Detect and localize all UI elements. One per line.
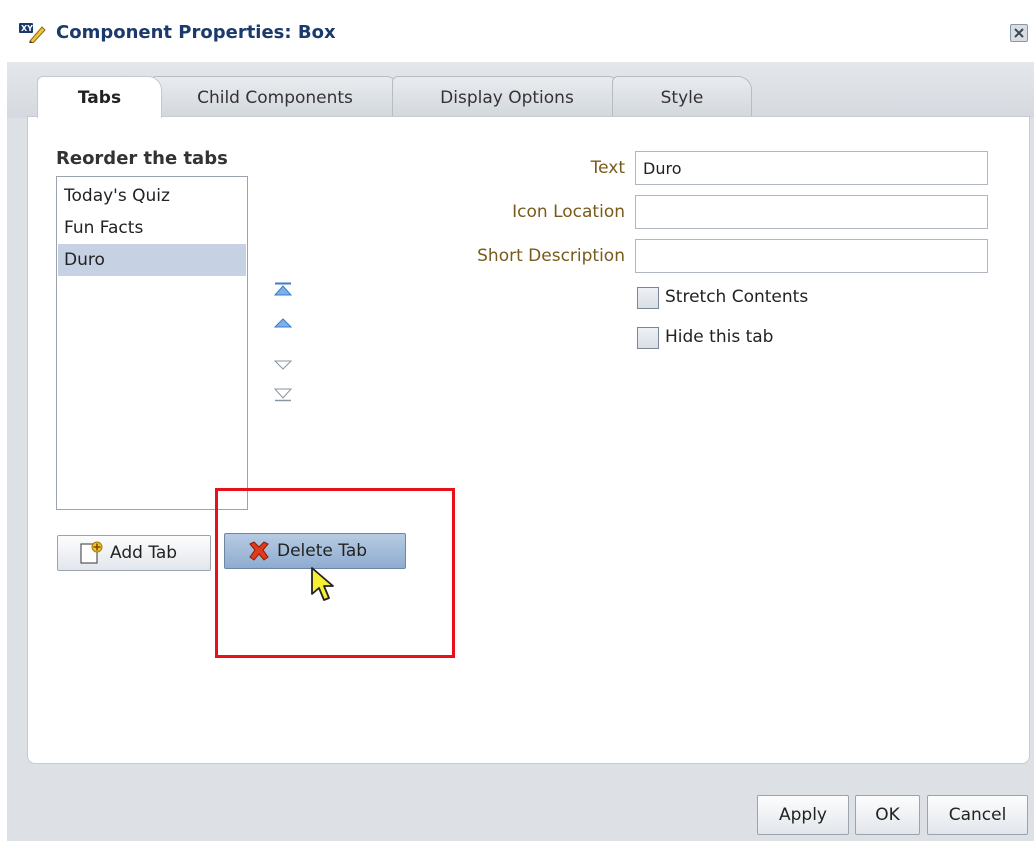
- icon-location-field[interactable]: [635, 195, 988, 229]
- short-description-field[interactable]: [635, 239, 988, 273]
- stretch-contents-label: Stretch Contents: [665, 287, 809, 307]
- reorder-label: Reorder the tabs: [56, 148, 228, 169]
- tab-tabs[interactable]: Tabs: [37, 76, 162, 118]
- apply-button[interactable]: Apply: [757, 795, 849, 835]
- list-item-selected[interactable]: Duro: [58, 244, 246, 276]
- tabs-listbox[interactable]: Today's Quiz Fun Facts Duro: [56, 176, 248, 510]
- text-label: Text: [590, 158, 625, 178]
- short-description-label: Short Description: [477, 246, 625, 266]
- cancel-button[interactable]: Cancel: [927, 795, 1028, 835]
- list-item[interactable]: Today's Quiz: [58, 180, 246, 212]
- move-up-icon[interactable]: [274, 316, 292, 330]
- hide-tab-checkbox[interactable]: [637, 327, 659, 349]
- hide-tab-label: Hide this tab: [665, 327, 774, 347]
- add-tab-button[interactable]: Add Tab: [57, 535, 211, 571]
- tab-style[interactable]: Style: [612, 76, 752, 118]
- icon-location-label: Icon Location: [512, 202, 625, 222]
- dialog-title: Component Properties: Box: [56, 22, 336, 43]
- tab-display-options[interactable]: Display Options: [392, 76, 622, 118]
- move-to-bottom-icon[interactable]: [274, 388, 292, 402]
- list-item[interactable]: Fun Facts: [58, 212, 246, 244]
- tab-child-components[interactable]: Child Components: [150, 76, 400, 118]
- mouse-pointer-icon: [311, 567, 334, 601]
- svg-text:XY: XY: [21, 24, 33, 33]
- move-to-top-icon[interactable]: [274, 282, 292, 296]
- text-field[interactable]: [635, 151, 988, 185]
- move-down-icon[interactable]: [274, 358, 292, 372]
- title-bar: XY Component Properties: Box: [0, 0, 1034, 62]
- add-tab-label: Add Tab: [110, 543, 178, 563]
- ok-button[interactable]: OK: [855, 795, 920, 835]
- add-tab-icon: [80, 541, 103, 564]
- xy-edit-icon: XY: [19, 23, 46, 43]
- close-icon[interactable]: [1010, 24, 1028, 42]
- stretch-contents-checkbox[interactable]: [637, 287, 659, 309]
